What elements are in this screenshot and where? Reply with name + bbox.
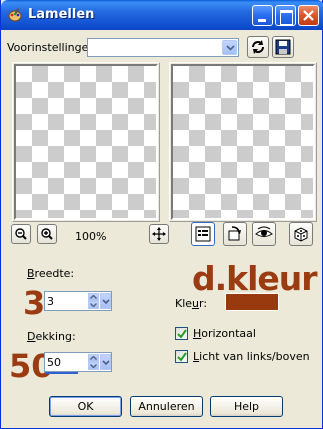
save-preset-button[interactable] <box>272 36 294 58</box>
chevron-up-icon <box>90 295 97 299</box>
opacity-label: Dekking: <box>27 330 76 343</box>
zoom-in-button[interactable] <box>37 224 57 244</box>
presets-dropdown[interactable] <box>87 38 239 57</box>
light-direction-checkbox[interactable] <box>175 350 188 363</box>
window-title: Lamellen <box>28 7 95 22</box>
zoom-level: 100% <box>75 230 107 243</box>
horizontal-label[interactable]: Horizontaal <box>193 327 256 340</box>
auto-proof-icon <box>228 226 241 241</box>
opacity-up-down[interactable] <box>88 354 99 370</box>
toggle-preview-button[interactable] <box>191 222 215 246</box>
opacity-slider-dropdown[interactable] <box>100 354 111 370</box>
color-annotation: d.kleur <box>192 259 318 298</box>
width-spinner[interactable] <box>44 291 112 311</box>
presets-label: Voorinstellingen: <box>7 41 100 54</box>
ok-button[interactable]: OK <box>49 396 122 417</box>
title-bar[interactable]: Lamellen <box>1 0 323 30</box>
width-label: Breedte: <box>27 267 75 280</box>
reset-preset-button[interactable] <box>247 36 269 58</box>
preview-toggle-icon <box>195 226 211 242</box>
floppy-disk-icon <box>275 39 291 55</box>
randomize-button[interactable] <box>289 222 313 246</box>
chevron-down-icon <box>90 364 97 368</box>
width-slider-dropdown[interactable] <box>100 293 111 309</box>
checkmark-icon <box>177 352 187 362</box>
close-icon <box>303 10 314 21</box>
eye-icon <box>255 226 273 237</box>
minimize-button[interactable] <box>252 5 273 26</box>
dice-icon <box>294 227 308 242</box>
zoom-out-icon <box>15 228 27 240</box>
dialog-window: Lamellen Voorinstellingen: 100% Breedte:… <box>0 0 323 429</box>
opacity-spinner[interactable] <box>44 352 112 372</box>
light-direction-label[interactable]: Licht van links/boven <box>193 350 310 363</box>
eye-preview-button[interactable] <box>252 222 276 246</box>
checkmark-icon <box>177 329 187 339</box>
chevron-down-icon <box>90 303 97 307</box>
close-button[interactable] <box>298 5 319 26</box>
result-preview[interactable] <box>171 64 315 220</box>
zoom-in-icon <box>41 228 53 240</box>
color-label: Kleur: <box>175 297 208 310</box>
paint-shop-app-icon <box>7 7 23 23</box>
opacity-input[interactable] <box>47 354 87 370</box>
cancel-button[interactable]: Annuleren <box>130 396 203 417</box>
pan-button[interactable] <box>149 224 169 244</box>
horizontal-checkbox[interactable] <box>175 327 188 340</box>
color-swatch[interactable] <box>225 293 279 311</box>
help-button[interactable]: Help <box>210 396 283 417</box>
chevron-up-icon <box>90 356 97 360</box>
maximize-button[interactable] <box>275 5 296 26</box>
width-up-down[interactable] <box>88 293 99 309</box>
chevron-down-icon <box>102 360 110 365</box>
opacity-level-bar <box>45 372 78 374</box>
original-preview[interactable] <box>14 64 158 220</box>
chevron-down-icon <box>102 299 110 304</box>
zoom-out-button[interactable] <box>11 224 31 244</box>
move-arrows-icon <box>152 227 166 241</box>
proof-button[interactable] <box>223 222 247 246</box>
chevron-down-icon[interactable] <box>222 40 237 55</box>
width-annotation: 3 <box>23 284 46 322</box>
width-input[interactable] <box>47 293 87 309</box>
refresh-icon <box>252 40 264 54</box>
